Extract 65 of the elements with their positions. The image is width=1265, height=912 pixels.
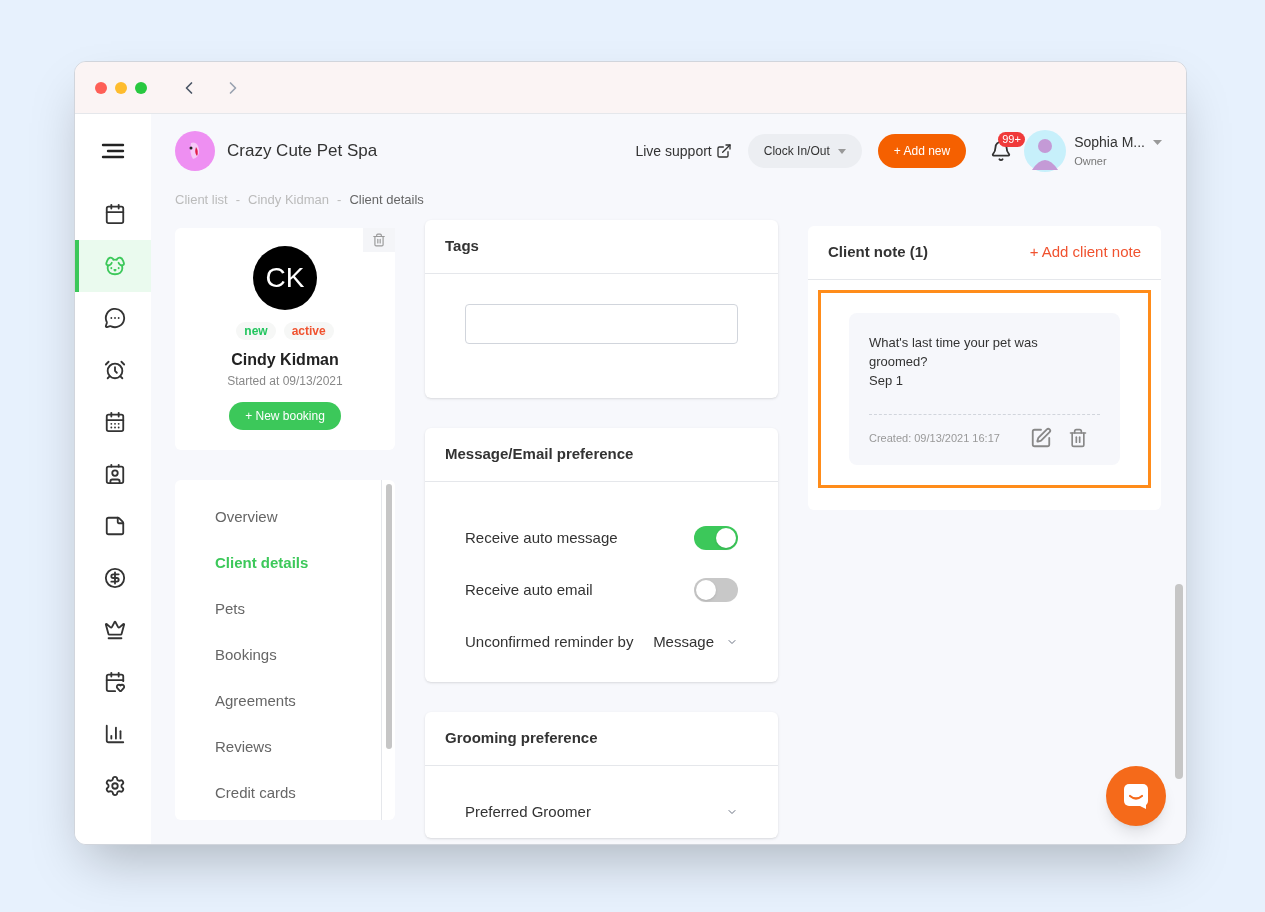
- bar-chart-icon: [104, 723, 126, 745]
- setting-label: Preferred Groomer: [465, 801, 591, 822]
- notification-badge: 99+: [998, 132, 1025, 147]
- client-nav-item[interactable]: Agreements: [215, 678, 381, 724]
- delete-button[interactable]: [363, 228, 395, 252]
- zoom-button[interactable]: [135, 81, 147, 94]
- breadcrumb-separator: -: [337, 191, 342, 210]
- document-icon: [104, 515, 126, 537]
- calendar-icon: [104, 203, 126, 225]
- menu-icon[interactable]: [101, 143, 125, 159]
- note-text: What's last time your pet was groomed?: [869, 334, 1039, 371]
- note-created-date: Created: 09/13/2021 16:17: [869, 430, 1001, 446]
- tags-input[interactable]: [465, 304, 738, 344]
- user-role: Owner: [1074, 154, 1108, 170]
- alarm-clock-icon: [104, 359, 126, 381]
- crown-icon: [104, 619, 126, 641]
- chat-icon: [104, 307, 126, 329]
- clock-dropdown[interactable]: Clock In/Out: [747, 134, 862, 168]
- setting-label: Unconfirmed reminder by: [465, 631, 634, 652]
- breadcrumb-separator: -: [235, 191, 241, 210]
- user-avatar[interactable]: [1024, 130, 1067, 172]
- close-button[interactable]: [95, 81, 107, 94]
- business-logo: [175, 131, 215, 171]
- caret-icon[interactable]: [1153, 140, 1162, 146]
- setting-label: Receive auto email: [465, 579, 593, 600]
- client-nav-item[interactable]: Reviews: [215, 724, 381, 770]
- scrollbar[interactable]: [385, 484, 392, 749]
- start-date: Started at 09/13/2021: [227, 373, 343, 390]
- trash-icon: [372, 233, 386, 247]
- calendar-icon: [104, 411, 126, 433]
- card-title: Tags: [445, 236, 479, 257]
- client-nav-item[interactable]: Bookings: [215, 632, 381, 678]
- note-text: Sep 1: [869, 372, 904, 390]
- id-badge-icon: [104, 463, 126, 485]
- client-nav-item[interactable]: Pets: [215, 586, 381, 632]
- chat-button[interactable]: [1106, 766, 1166, 826]
- delete-icon[interactable]: [1068, 428, 1088, 448]
- setting-label: Receive auto message: [465, 527, 618, 548]
- select-field[interactable]: Message: [649, 630, 738, 654]
- card-title: Grooming preference: [445, 728, 598, 749]
- client-nav-item[interactable]: Overview: [215, 494, 381, 540]
- client-avatar: CK: [253, 246, 317, 310]
- dog-icon: [104, 255, 126, 277]
- calendar-heart-icon: [104, 671, 126, 693]
- toggle-switch[interactable]: [694, 526, 738, 550]
- external-link-icon: [715, 143, 732, 159]
- dollar-icon: [104, 567, 126, 589]
- user-name: Sophia M...: [1074, 133, 1145, 153]
- client-nav-item[interactable]: Credit cards: [215, 770, 381, 816]
- client-name: Cindy Kidman: [231, 350, 339, 370]
- add-new-button[interactable]: + Add new: [877, 134, 967, 168]
- edit-icon[interactable]: [1030, 427, 1052, 449]
- business-name: Crazy Cute Pet Spa: [227, 140, 378, 163]
- card-title: Client note (1): [828, 242, 928, 263]
- scrollbar[interactable]: [1175, 584, 1183, 779]
- live-support-link[interactable]: Live support: [635, 140, 732, 162]
- status-tag: active: [283, 322, 334, 340]
- caret-icon: [837, 148, 846, 154]
- add-note-link[interactable]: + Add client note: [1029, 241, 1141, 264]
- chat-icon: [1122, 782, 1150, 810]
- card-title: Message/Email preference: [445, 444, 634, 465]
- toggle-switch[interactable]: [694, 578, 738, 602]
- settings-icon: [104, 775, 126, 797]
- status-tag: new: [236, 322, 276, 340]
- breadcrumb-link[interactable]: Client details: [349, 190, 424, 210]
